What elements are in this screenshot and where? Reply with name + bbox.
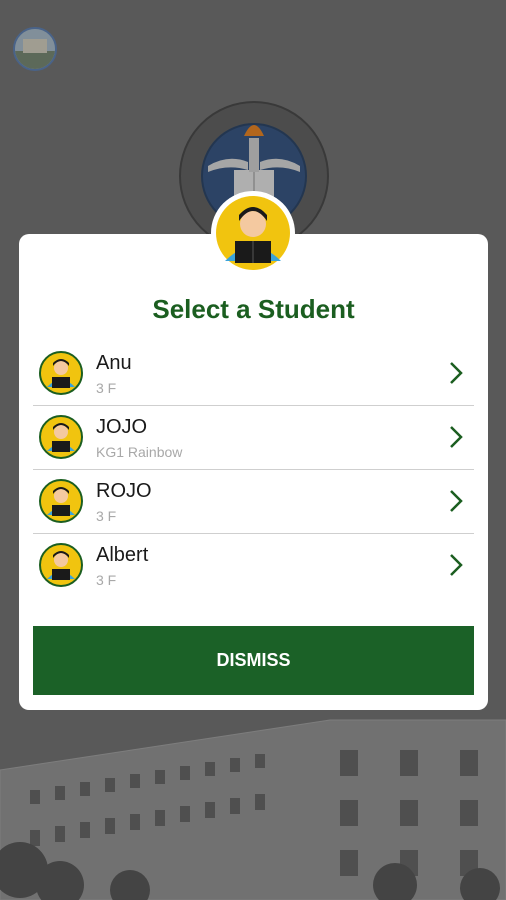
student-name: Albert xyxy=(96,544,149,566)
dialog-title: Select a Student xyxy=(152,294,355,324)
student-row[interactable]: Albert 3 F xyxy=(33,534,474,597)
dismiss-button[interactable]: DISMISS xyxy=(33,626,474,695)
student-row[interactable]: ROJO 3 F xyxy=(33,470,474,534)
student-reading-icon xyxy=(211,191,295,275)
chevron-right-icon xyxy=(450,426,463,448)
student-row[interactable]: Anu 3 F xyxy=(33,342,474,406)
student-name: ROJO xyxy=(96,480,152,502)
student-class: 3 F xyxy=(96,572,117,588)
student-class: 3 F xyxy=(96,508,117,524)
student-class: KG1 Rainbow xyxy=(96,444,183,460)
student-name: JOJO xyxy=(96,416,148,438)
chevron-right-icon xyxy=(450,490,463,512)
student-avatar-icon xyxy=(39,351,83,395)
select-student-dialog: Select a Student Anu 3 F JOJO KG1 Rainbo… xyxy=(19,234,488,710)
student-name: Anu xyxy=(96,352,132,374)
student-avatar-icon xyxy=(39,479,83,523)
student-avatar-icon xyxy=(39,543,83,587)
student-list: Anu 3 F JOJO KG1 Rainbow ROJO 3 F Albert… xyxy=(33,342,474,597)
chevron-right-icon xyxy=(450,554,463,576)
chevron-right-icon xyxy=(450,362,463,384)
student-row[interactable]: JOJO KG1 Rainbow xyxy=(33,406,474,470)
student-avatar-icon xyxy=(39,415,83,459)
student-class: 3 F xyxy=(96,380,117,396)
